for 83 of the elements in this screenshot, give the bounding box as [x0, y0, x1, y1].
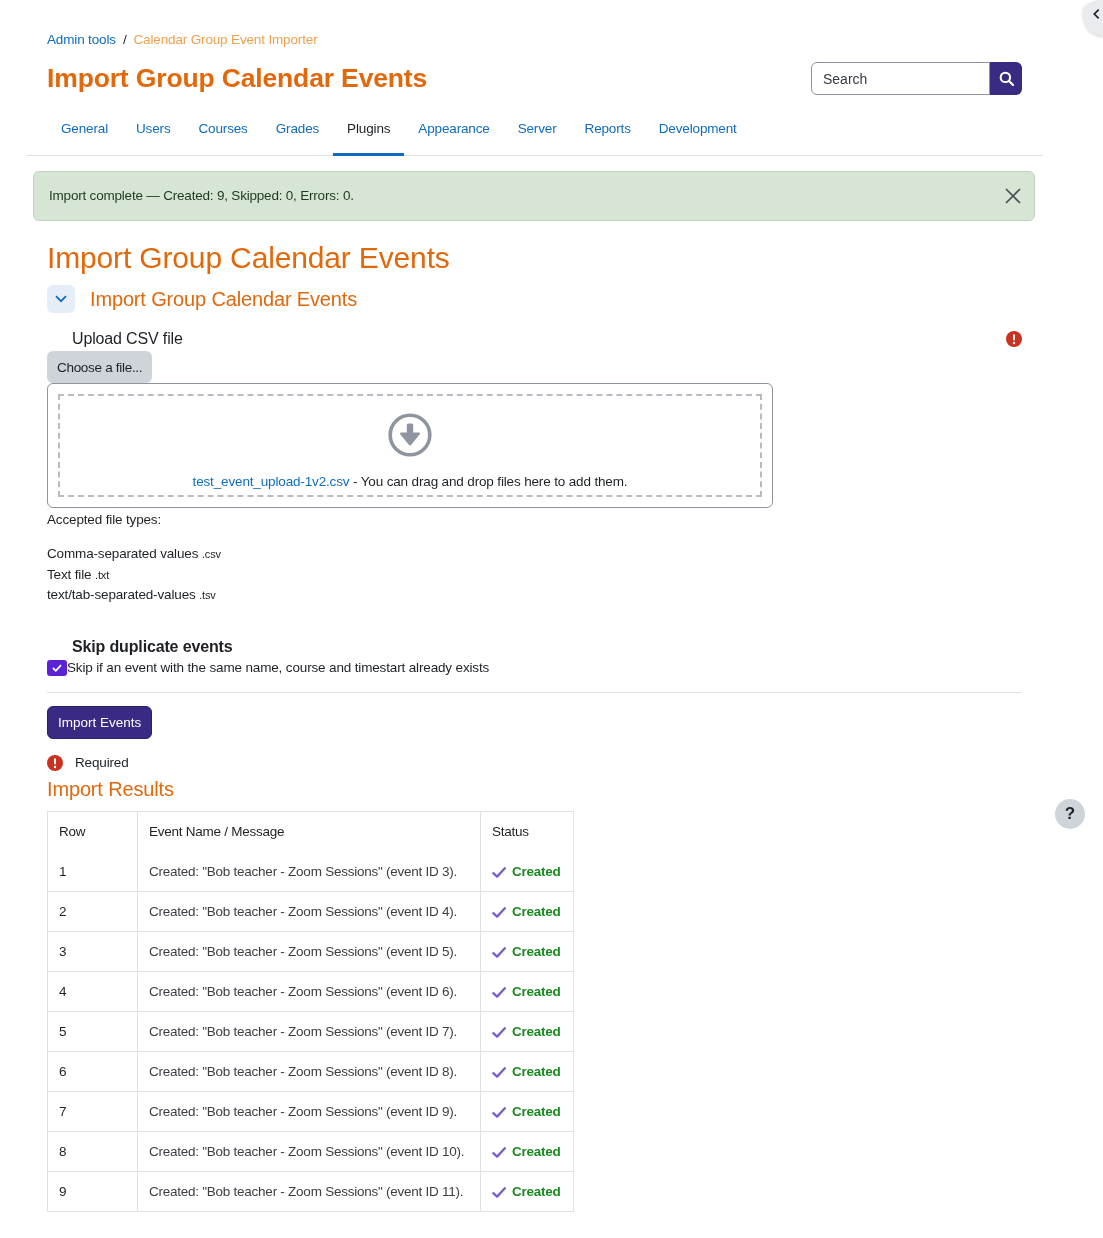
table-cell: Created: "Bob teacher - Zoom Sessions" (event ID 6).	[137, 971, 481, 1011]
checkbox-label: Skip if an event with the same name, course and timestart already exists	[67, 660, 490, 675]
section-heading: Import Results	[47, 776, 175, 801]
nav-tab[interactable]: Courses	[184, 111, 262, 156]
table-cell: 8	[47, 1131, 138, 1171]
nav-tab[interactable]: Appearance	[404, 111, 504, 156]
table-cell: Created: "Bob teacher - Zoom Sessions" (event ID 7).	[137, 1011, 481, 1051]
table-cell: 2	[47, 891, 138, 931]
status-label: Created	[512, 1023, 561, 1039]
file-link[interactable]: test_event_upload-1v2.csv	[192, 474, 350, 489]
table-cell: Created: "Bob teacher - Zoom Sessions" (event ID 11).	[137, 1171, 481, 1211]
table-cell: 4	[47, 971, 138, 1011]
check-icon	[52, 663, 62, 672]
table-cell: 5	[47, 1011, 138, 1051]
file-type: Text file .txt	[47, 565, 111, 584]
check-icon	[492, 1187, 506, 1198]
choose-file-button[interactable]: Choose a file...	[47, 351, 153, 383]
check-icon	[492, 907, 506, 918]
status-label: Created	[512, 983, 561, 999]
table-cell: Created: "Bob teacher - Zoom Sessions" (event ID 9).	[137, 1091, 481, 1131]
status-label: Created	[512, 943, 561, 959]
check-icon	[492, 1067, 506, 1078]
option-title: Skip duplicate events	[71, 636, 234, 657]
drop-area[interactable]: test_event_upload-1v2.csv - You can drag and drop files here to add them.	[58, 394, 762, 497]
table-cell: 9	[47, 1171, 138, 1211]
status-label: Created	[512, 1183, 561, 1199]
drop-instructions: test_event_upload-1v2.csv - You can drag and drop files here to add them.	[192, 473, 628, 491]
breadcrumb-current: Calendar Group Event Importer	[133, 31, 318, 49]
table-cell: 1	[47, 851, 138, 891]
section-title: Import Group Calendar Events	[90, 287, 358, 312]
search-field[interactable]: Search	[811, 62, 990, 95]
search-button[interactable]	[990, 62, 1022, 95]
status-label: Created	[512, 903, 561, 919]
search-icon	[998, 71, 1014, 86]
nav-tab[interactable]: Development	[644, 111, 751, 156]
nav-tab[interactable]: Users	[122, 111, 185, 156]
import-button[interactable]: Import Events	[47, 705, 153, 739]
file-type: Comma-separated values .csv	[47, 545, 222, 563]
arrow-down-circle-icon	[388, 413, 432, 457]
collapse-button[interactable]	[47, 285, 75, 313]
table-cell: Created: "Bob teacher - Zoom Sessions" (event ID 5).	[137, 931, 481, 971]
chevron-down-icon	[55, 295, 67, 303]
accepted-types-label: Accepted file types:	[47, 511, 163, 529]
check-icon	[492, 947, 506, 958]
required-icon	[47, 754, 63, 771]
file-type: text/tab-separated-values .tsv	[47, 586, 217, 604]
close-icon	[1005, 188, 1021, 204]
status-label: Created	[512, 1103, 561, 1119]
drawer-toggle-button[interactable]	[1083, 0, 1103, 36]
close-button[interactable]	[1005, 188, 1021, 204]
nav-tab[interactable]: Server	[503, 111, 571, 156]
nav-tab[interactable]: General	[47, 111, 122, 156]
column-header: Event Name / Message	[137, 811, 481, 852]
field-label: Upload CSV file	[72, 329, 183, 349]
table-cell: Created: "Bob teacher - Zoom Sessions" (event ID 10).	[137, 1131, 481, 1171]
required-note: Required	[75, 753, 129, 772]
help-button[interactable]: ?	[1055, 799, 1085, 829]
check-icon	[492, 1027, 506, 1038]
section-heading: Import Group Calendar Events	[47, 240, 451, 276]
alert-message: Import complete — Created: 9, Skipped: 0, Errors: 0.	[49, 187, 354, 205]
status-label: Created	[512, 1063, 561, 1079]
checkbox[interactable]	[47, 659, 67, 676]
breadcrumb-link[interactable]: Admin tools	[47, 30, 116, 50]
table-cell: 3	[47, 931, 138, 971]
table-cell: Created: "Bob teacher - Zoom Sessions" (event ID 8).	[137, 1051, 481, 1091]
table-cell: 7	[47, 1091, 138, 1131]
status-label: Created	[512, 1143, 561, 1159]
check-icon	[492, 987, 506, 998]
table-cell: Created: "Bob teacher - Zoom Sessions" (event ID 3).	[137, 851, 481, 891]
check-icon	[492, 867, 506, 878]
column-header: Status	[480, 811, 574, 852]
nav-tab[interactable]: Grades	[261, 111, 334, 156]
check-icon	[492, 1147, 506, 1158]
table-cell: 6	[47, 1051, 138, 1091]
nav-tab[interactable]: Reports	[570, 111, 645, 156]
breadcrumb-separator: /	[122, 31, 127, 49]
table-cell: Created: "Bob teacher - Zoom Sessions" (event ID 4).	[137, 891, 481, 931]
chevron-left-icon	[1093, 8, 1100, 20]
nav-tab[interactable]: Plugins	[333, 111, 405, 156]
column-header: Row	[47, 811, 138, 852]
page-title: Import Group Calendar Events	[47, 63, 428, 94]
check-icon	[492, 1107, 506, 1118]
status-label: Created	[512, 863, 561, 879]
